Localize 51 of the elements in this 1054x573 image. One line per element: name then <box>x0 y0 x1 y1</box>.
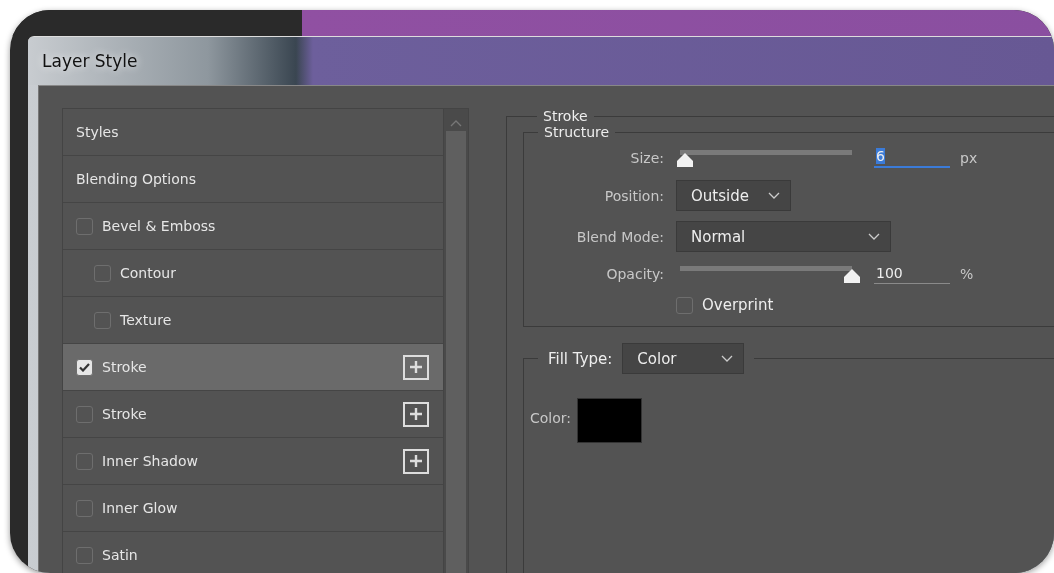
checkbox-label: Overprint <box>702 296 774 314</box>
slider-thumb[interactable] <box>843 269 861 284</box>
style-list-item[interactable]: Stroke <box>63 344 443 391</box>
group-title: Structure <box>543 124 611 140</box>
style-list-item[interactable]: Styles <box>63 109 443 156</box>
chevron-down-icon <box>868 233 880 240</box>
style-list-item[interactable]: Texture <box>63 297 443 344</box>
checkbox[interactable] <box>94 311 111 329</box>
style-list-item[interactable]: Bevel & Emboss <box>63 203 443 250</box>
value-field[interactable]: 100 <box>874 264 950 284</box>
chevron-down-icon <box>768 192 780 199</box>
field-label: Position: <box>604 187 664 204</box>
style-list-item[interactable]: Blending Options <box>63 156 443 203</box>
field-label: Size: <box>630 150 664 166</box>
position-dropdown[interactable]: Outside <box>676 180 791 211</box>
checkbox[interactable] <box>94 264 111 282</box>
add-button[interactable] <box>403 354 429 380</box>
checkmark-icon <box>79 362 90 372</box>
unit-label: px <box>960 150 978 166</box>
field-label: Opacity: <box>606 266 664 282</box>
field-label: Blend Mode: <box>576 228 664 245</box>
checkbox[interactable] <box>76 358 93 376</box>
blend-mode-dropdown[interactable]: Normal <box>676 221 891 252</box>
checkbox[interactable] <box>76 217 93 235</box>
style-list-item[interactable]: Inner Shadow <box>63 438 443 485</box>
field-label: Color: <box>530 410 572 426</box>
style-list-item[interactable]: Contour <box>63 250 443 297</box>
fill-type-dropdown[interactable]: Color <box>622 343 745 374</box>
value-field[interactable]: 6 <box>874 148 950 168</box>
checkbox[interactable] <box>676 296 693 314</box>
style-list-item[interactable]: Stroke <box>63 391 443 438</box>
scrollbar[interactable] <box>443 109 468 573</box>
plus-icon <box>409 454 423 468</box>
window-title: Layer Style <box>42 51 138 71</box>
plus-icon <box>409 407 423 421</box>
add-button[interactable] <box>403 401 429 427</box>
group-title: Stroke <box>542 108 589 124</box>
style-list-item[interactable]: Satin <box>63 532 443 573</box>
checkbox[interactable] <box>76 546 93 564</box>
checkbox[interactable] <box>76 452 93 470</box>
field-label: Fill Type: <box>548 349 613 368</box>
checkbox[interactable] <box>76 499 93 517</box>
style-list-item[interactable]: Inner Glow <box>63 485 443 532</box>
slider-thumb[interactable] <box>676 153 695 168</box>
checkbox[interactable] <box>76 405 93 423</box>
color-swatch[interactable] <box>577 398 643 443</box>
plus-icon <box>409 360 423 374</box>
chevron-up-icon[interactable] <box>450 119 462 127</box>
chevron-down-icon <box>721 355 734 362</box>
add-button[interactable] <box>403 448 429 474</box>
unit-label: % <box>960 266 974 282</box>
